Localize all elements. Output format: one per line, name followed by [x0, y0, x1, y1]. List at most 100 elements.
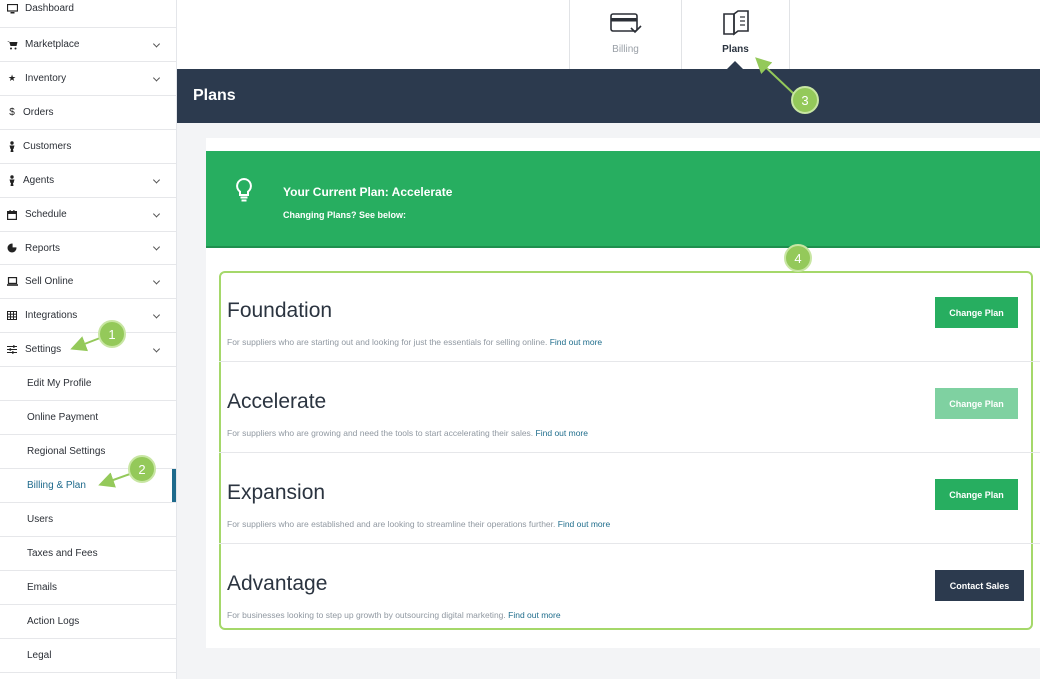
plan-description: For suppliers who are starting out and l… [227, 337, 602, 347]
sidebar-subitem-label: Action Logs [27, 616, 80, 627]
sidebar-subitem-label: Online Payment [27, 412, 99, 423]
tab-label: Plans [722, 44, 749, 55]
sidebar-item-label: Settings [25, 344, 62, 355]
plan-description: For suppliers who are established and ar… [227, 519, 610, 529]
sidebar-item-reports[interactable]: Reports [0, 232, 176, 265]
change-plan-button[interactable]: Change Plan [935, 297, 1018, 328]
sidebar-subitem-users[interactable]: Users [0, 503, 176, 537]
sidebar-subitem-label: Legal [27, 650, 52, 661]
chevron-down-icon[interactable] [152, 310, 161, 319]
plan-description: For businesses looking to step up growth… [227, 610, 561, 620]
tab-label: Billing [612, 44, 639, 55]
plan-description: For suppliers who are growing and need t… [227, 428, 588, 438]
top-tab-bar: Billing Plans [177, 0, 1040, 69]
current-plan-subtitle: Changing Plans? See below: [283, 210, 407, 220]
sidebar-subitem-label: Taxes and Fees [27, 548, 98, 559]
sidebar-subitem-taxes-and-fees[interactable]: Taxes and Fees [0, 537, 176, 571]
plan-name: Accelerate [227, 390, 327, 413]
sidebar-item-schedule[interactable]: Schedule [0, 198, 176, 232]
sidebar-subitem-label: Regional Settings [27, 446, 106, 457]
sidebar-subitem-online-payment[interactable]: Online Payment [0, 401, 176, 435]
person-icon [6, 141, 18, 153]
sidebar-item-orders[interactable]: $ Orders [0, 96, 176, 130]
page-header: Plans [177, 69, 1040, 123]
sidebar-item-label: Inventory [25, 73, 67, 84]
monitor-icon [6, 3, 18, 15]
sliders-icon [6, 344, 18, 356]
sidebar-subitem-label: Edit My Profile [27, 378, 92, 389]
sidebar-subitem-emails[interactable]: Emails [0, 571, 176, 605]
laptop-icon [6, 276, 18, 288]
chevron-down-icon[interactable] [152, 243, 161, 251]
sidebar-subitem-label: Users [27, 514, 54, 525]
plan-description-text: For suppliers who are established and ar… [227, 519, 556, 529]
change-plan-button-disabled: Change Plan [935, 388, 1018, 419]
sidebar-item-label: Orders [23, 107, 54, 118]
grid-icon [6, 310, 18, 322]
tab-billing[interactable]: Billing [569, 0, 681, 69]
credit-card-icon [609, 10, 643, 38]
dollar-icon: $ [9, 107, 15, 118]
plan-name: Advantage [227, 572, 328, 595]
lightbulb-icon [234, 177, 254, 208]
find-out-more-link[interactable]: Find out more [508, 610, 560, 620]
sidebar-item-label: Dashboard [25, 3, 74, 14]
plan-row-accelerate: Accelerate For suppliers who are growing… [219, 362, 1040, 453]
find-out-more-link[interactable]: Find out more [536, 428, 588, 438]
sidebar-item-label: Customers [23, 141, 72, 152]
book-icon [720, 10, 752, 38]
annotation-badge-2: 2 [128, 455, 156, 483]
cart-icon [6, 39, 18, 51]
sidebar-item-marketplace[interactable]: Marketplace [0, 28, 176, 62]
sidebar: Dashboard Marketplace ★ Inventory $ Orde… [0, 0, 177, 679]
plan-row-advantage: Advantage For businesses looking to step… [219, 544, 1040, 635]
find-out-more-link[interactable]: Find out more [558, 519, 610, 529]
sidebar-item-agents[interactable]: Agents [0, 164, 176, 198]
sidebar-item-inventory[interactable]: ★ Inventory [0, 62, 176, 96]
sidebar-item-label: Schedule [25, 209, 67, 220]
sidebar-item-label: Marketplace [25, 39, 80, 50]
sidebar-subitem-label: Billing & Plan [27, 480, 86, 491]
current-plan-title: Your Current Plan: Accelerate [283, 185, 453, 199]
find-out-more-link[interactable]: Find out more [550, 337, 602, 347]
annotation-badge-3: 3 [791, 86, 819, 114]
annotation-badge-1: 1 [98, 320, 126, 348]
sidebar-item-sell-online[interactable]: Sell Online [0, 265, 176, 299]
sidebar-item-label: Agents [23, 175, 55, 186]
page-title: Plans [193, 87, 236, 104]
sidebar-item-customers[interactable]: Customers [0, 130, 176, 164]
pie-chart-icon [6, 242, 18, 254]
sidebar-item-integrations[interactable]: Integrations [0, 299, 176, 333]
sidebar-item-settings[interactable]: Settings [0, 333, 176, 367]
sidebar-item-dashboard[interactable]: Dashboard [0, 0, 176, 28]
sidebar-item-label: Integrations [25, 310, 78, 321]
change-plan-button[interactable]: Change Plan [935, 479, 1018, 510]
person-icon [6, 175, 18, 187]
sidebar-item-label: Reports [25, 242, 61, 254]
annotation-badge-4: 4 [784, 244, 812, 272]
plan-row-foundation: Foundation For suppliers who are startin… [219, 271, 1040, 362]
plan-row-expansion: Expansion For suppliers who are establis… [219, 453, 1040, 544]
chevron-down-icon[interactable] [152, 276, 161, 285]
active-tab-caret [727, 61, 743, 69]
plan-name: Foundation [227, 299, 333, 322]
current-plan-banner: Your Current Plan: Accelerate Changing P… [206, 151, 1040, 248]
chevron-down-icon[interactable] [152, 73, 161, 82]
plan-description-text: For suppliers who are starting out and l… [227, 337, 548, 347]
sidebar-subitem-edit-my-profile[interactable]: Edit My Profile [0, 367, 176, 401]
star-icon: ★ [7, 73, 17, 83]
plan-description-text: For suppliers who are growing and need t… [227, 428, 534, 438]
tab-plans[interactable]: Plans [681, 0, 790, 69]
sidebar-subitem-label: Emails [27, 582, 58, 593]
chevron-down-icon[interactable] [152, 209, 161, 218]
calendar-icon [6, 209, 18, 221]
plan-description-text: For businesses looking to step up growth… [227, 610, 506, 620]
sidebar-subitem-legal[interactable]: Legal [0, 639, 176, 673]
sidebar-subitem-action-logs[interactable]: Action Logs [0, 605, 176, 639]
chevron-down-icon[interactable] [152, 344, 161, 353]
contact-sales-button[interactable]: Contact Sales [935, 570, 1024, 601]
chevron-down-icon[interactable] [152, 39, 161, 48]
chevron-down-icon[interactable] [152, 175, 161, 184]
plan-name: Expansion [227, 481, 326, 504]
sidebar-item-label: Sell Online [25, 276, 74, 287]
